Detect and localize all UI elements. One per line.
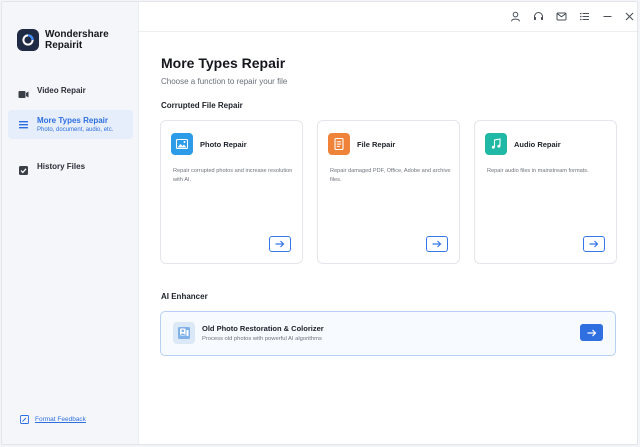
main-content: More Types Repair Choose a function to r… xyxy=(139,33,637,444)
arrow-right-icon xyxy=(587,329,596,336)
page-subtitle: Choose a function to repair your file xyxy=(161,77,288,86)
sidebar-item-label: Video Repair xyxy=(37,86,86,95)
feedback-label: Format Feedback xyxy=(35,416,86,423)
card-audio-repair[interactable]: Audio Repair Repair audio files in mains… xyxy=(474,120,617,264)
sidebar: Wondershare Repairit Video Repair More T… xyxy=(2,2,139,444)
arrow-right-icon xyxy=(275,240,285,248)
card-description: Repair corrupted photos and increase res… xyxy=(173,168,293,183)
title-bar xyxy=(139,2,637,32)
sidebar-item-history-files[interactable]: History Files xyxy=(8,156,133,180)
brand: Wondershare Repairit xyxy=(17,29,109,51)
arrow-right-icon xyxy=(589,240,599,248)
app-window: Wondershare Repairit Video Repair More T… xyxy=(1,1,638,445)
old-photo-icon xyxy=(173,322,195,344)
video-icon xyxy=(18,87,29,98)
sidebar-item-video-repair[interactable]: Video Repair xyxy=(8,80,133,104)
music-icon xyxy=(485,133,507,155)
card-title: File Repair xyxy=(357,139,396,149)
app-name: Wondershare Repairit xyxy=(45,29,109,51)
mail-icon[interactable] xyxy=(555,10,568,23)
sidebar-item-sublabel: Photo, document, audio, etc. xyxy=(37,127,114,133)
card-title: Audio Repair xyxy=(514,139,561,149)
card-title: Photo Repair xyxy=(200,139,247,149)
page-title: More Types Repair xyxy=(161,55,286,71)
minimize-icon[interactable] xyxy=(601,10,614,23)
card-description: Repair damaged PDF, Office, Adobe and ar… xyxy=(330,168,451,183)
menu-icon xyxy=(18,117,29,129)
list-icon[interactable] xyxy=(578,10,591,23)
app-name-line2: Repairit xyxy=(45,40,83,51)
app-name-line1: Wondershare xyxy=(45,29,109,40)
app-logo-icon xyxy=(17,29,39,51)
section-title-corrupted-file-repair: Corrupted File Repair xyxy=(161,101,243,110)
sidebar-item-label: More Types Repair xyxy=(37,116,108,125)
arrow-right-icon xyxy=(432,240,442,248)
sidebar-item-more-types-repair[interactable]: More Types Repair Photo, document, audio… xyxy=(8,110,133,139)
user-icon[interactable] xyxy=(509,10,522,23)
card-description: Process old photos with powerful AI algo… xyxy=(202,336,322,342)
card-description: Repair audio files in mainstream formats… xyxy=(487,168,589,174)
file-icon xyxy=(328,133,350,155)
section-title-ai-enhancer: AI Enhancer xyxy=(161,292,208,301)
file-repair-go-button[interactable] xyxy=(426,236,448,252)
headset-icon[interactable] xyxy=(532,10,545,23)
photo-icon xyxy=(171,133,193,155)
card-photo-repair[interactable]: Photo Repair Repair corrupted photos and… xyxy=(160,120,303,264)
feedback-icon xyxy=(20,415,29,424)
card-old-photo-restoration[interactable]: Old Photo Restoration & Colorizer Proces… xyxy=(160,311,616,356)
audio-repair-go-button[interactable] xyxy=(583,236,605,252)
old-photo-restoration-go-button[interactable] xyxy=(580,324,603,341)
format-feedback-link[interactable]: Format Feedback xyxy=(20,415,86,424)
close-icon[interactable] xyxy=(623,10,636,23)
photo-repair-go-button[interactable] xyxy=(269,236,291,252)
card-title: Old Photo Restoration & Colorizer xyxy=(202,324,324,333)
card-file-repair[interactable]: File Repair Repair damaged PDF, Office, … xyxy=(317,120,460,264)
history-icon xyxy=(18,163,29,175)
sidebar-item-label: History Files xyxy=(37,162,86,171)
